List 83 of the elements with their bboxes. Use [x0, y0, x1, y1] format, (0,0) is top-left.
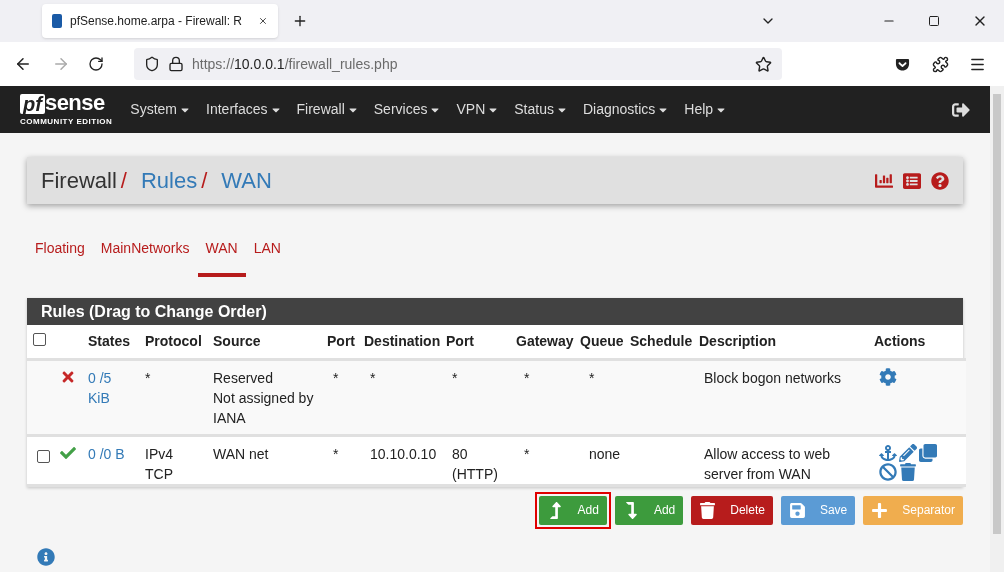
column-header: Description [699, 332, 776, 349]
gear-icon[interactable] [879, 367, 897, 386]
panel-heading: Rules (Drag to Change Order) [27, 298, 963, 325]
column-header: States [88, 332, 131, 349]
tab[interactable]: LAN [245, 238, 289, 277]
scrollbar[interactable] [990, 86, 1004, 572]
trash-icon[interactable] [899, 462, 917, 481]
action-button[interactable]: Add [538, 495, 607, 525]
address-bar[interactable]: https://10.0.0.1/firewall_rules.php [134, 48, 782, 80]
nav-menu[interactable]: Firewall [296, 99, 359, 120]
table-cell-text: WAN net [213, 444, 270, 464]
action-button[interactable]: Delete [691, 495, 773, 525]
column-header: Port [327, 332, 355, 349]
column-header: Port [446, 332, 474, 349]
help-icon[interactable] [931, 171, 949, 190]
anchor-icon[interactable] [879, 443, 897, 462]
tab[interactable]: MainNetworks [92, 238, 198, 277]
column-header: Schedule [630, 332, 693, 349]
table-cell-text: IANA [213, 408, 247, 428]
nav-menu[interactable]: VPN [456, 99, 500, 120]
column-header: Actions [874, 332, 926, 349]
shield-icon[interactable] [144, 56, 160, 72]
table-cell-text: * [332, 369, 339, 386]
table-cell-text: server from WAN [704, 464, 812, 484]
reload-icon[interactable] [88, 56, 104, 72]
nav-menu[interactable]: Help [684, 99, 728, 120]
column-header: Destination [364, 332, 441, 349]
table-cell-text: * [588, 369, 595, 386]
info-icon[interactable] [37, 548, 55, 566]
breadcrumb-separator: / [201, 167, 208, 195]
star-icon[interactable] [755, 55, 772, 73]
list-icon[interactable] [903, 171, 921, 190]
pocket-icon[interactable] [895, 56, 910, 72]
new-tab-icon[interactable] [292, 13, 308, 29]
column-header: Queue [580, 332, 624, 349]
url-text: https://10.0.0.1/firewall_rules.php [192, 54, 398, 74]
table-cell-text: Not assigned by [213, 388, 315, 408]
nav-menu[interactable]: System [130, 99, 192, 120]
table-cell-text: Reserved [213, 368, 274, 388]
table-cell-text: 10.10.0.10 [369, 445, 437, 462]
favicon-icon [52, 14, 62, 28]
maximize-icon[interactable] [928, 15, 940, 27]
pfsense-logo[interactable]: pfsense COMMUNITY EDITION [20, 91, 113, 128]
lock-icon[interactable] [168, 56, 184, 72]
tab-title: pfSense.home.arpa - Firewall: R [69, 13, 243, 30]
table-cell-text: Block bogon networks [704, 368, 842, 388]
pencil-icon[interactable] [899, 443, 917, 462]
ban-icon[interactable] [879, 462, 897, 481]
extensions-icon[interactable] [932, 55, 949, 73]
nav-menu[interactable]: Diagnostics [582, 99, 670, 120]
table-cell-text: 80 [451, 444, 469, 464]
table-cell-text: TCP [145, 464, 174, 484]
logout-icon[interactable] [952, 100, 970, 119]
nav-menu[interactable]: Status [514, 99, 568, 120]
table-cell-text: (HTTP) [451, 464, 499, 484]
table-cell-text: * [451, 368, 459, 388]
copy-icon[interactable] [919, 443, 937, 462]
table-cell-text: * [332, 445, 339, 462]
action-button[interactable]: Add [614, 495, 684, 525]
column-header: Gateway [516, 332, 574, 349]
nav-menu[interactable]: Interfaces [206, 99, 282, 120]
tab[interactable]: Floating [27, 238, 93, 277]
table-cell-text: * [369, 369, 376, 386]
check-icon [60, 444, 76, 461]
bar-chart-icon[interactable] [875, 171, 893, 190]
tab[interactable]: WAN [197, 238, 246, 277]
nav-menu[interactable]: Services [373, 99, 442, 120]
table-cell-text: * [523, 445, 530, 462]
save-icon[interactable] [788, 501, 806, 519]
table-cell-text: Allow access to web [704, 444, 832, 464]
back-icon[interactable] [14, 55, 32, 73]
table-cell-text: none [588, 445, 621, 462]
checkbox[interactable] [37, 449, 50, 463]
table-cell-text: IPv4 [145, 444, 174, 464]
column-header: Source [213, 332, 261, 349]
browser-tab[interactable]: pfSense.home.arpa - Firewall: R [42, 4, 278, 38]
breadcrumb-text: Firewall [41, 167, 117, 195]
breadcrumb-separator: / [120, 167, 127, 195]
table-cell-text: * [523, 369, 530, 386]
checkbox[interactable] [33, 332, 46, 346]
column-header: Protocol [145, 332, 202, 349]
table-cell-text: * [145, 368, 152, 388]
trash-icon[interactable] [699, 501, 717, 519]
